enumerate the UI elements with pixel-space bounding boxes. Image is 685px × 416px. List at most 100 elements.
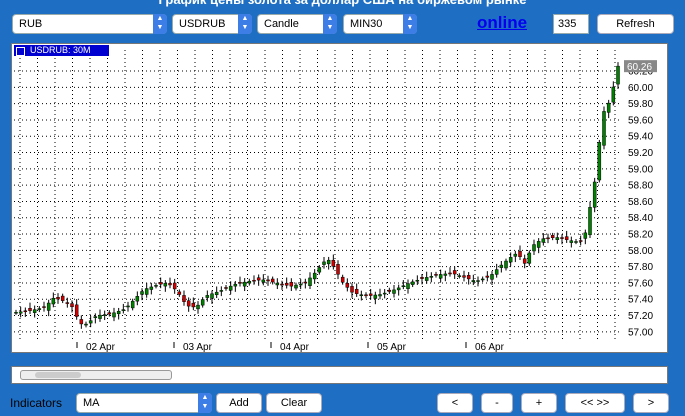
candle-body [88, 320, 93, 324]
candle-body [247, 280, 252, 284]
candle-body [303, 281, 308, 284]
candle-body [102, 314, 107, 316]
y-tick-label: 58.00 [628, 246, 653, 257]
y-tick-label: 57.20 [628, 311, 653, 322]
candle-body [616, 65, 620, 85]
candle-body [485, 275, 490, 278]
last-price-label: 60.26 [627, 62, 652, 73]
period-select-value: MIN30 [350, 18, 383, 30]
period-select[interactable]: MIN30 ▲ ▼ [343, 14, 417, 34]
chart-scrollbar[interactable] [20, 370, 172, 380]
scrollbar-thumb[interactable] [35, 372, 81, 378]
candle-body [168, 283, 172, 286]
candle-body [140, 291, 144, 295]
candle-body [345, 282, 350, 288]
candle-body [401, 285, 406, 287]
candle-body [574, 241, 578, 243]
chart-type-select[interactable]: Candle ▲ ▼ [257, 14, 337, 34]
candle-body [331, 259, 336, 267]
price-chart[interactable]: 57.00 57.20 57.40 57.60 57.80 58.00 58.20 58.40… [11, 43, 668, 353]
refresh-button[interactable]: Refresh [597, 14, 674, 34]
y-tick-label: 59.20 [628, 148, 653, 159]
candle-body [588, 207, 592, 236]
y-tick-label: 59.80 [628, 99, 653, 110]
candle-body [378, 294, 382, 297]
y-tick-label: 57.00 [628, 327, 653, 338]
candle-body [457, 275, 462, 277]
checkbox-icon [16, 47, 25, 56]
candle-body [602, 111, 606, 146]
candle-body [597, 142, 602, 181]
candle-body [504, 260, 508, 269]
candle-body [448, 272, 452, 275]
candle-body [424, 277, 429, 281]
candle-body [196, 304, 200, 310]
zoom-out-button[interactable]: - [481, 393, 513, 413]
bar-count-input[interactable]: 335 [553, 14, 589, 34]
candle-body [238, 282, 242, 284]
candle-body [37, 308, 42, 310]
candle-body [541, 238, 546, 243]
candle-body [158, 282, 163, 285]
chart-scroll-area[interactable] [11, 366, 668, 384]
candle-body [210, 293, 214, 299]
select-arrows-icon: ▲ ▼ [403, 14, 417, 34]
online-link[interactable]: online [477, 13, 527, 33]
indicator-select[interactable]: MA ▲ ▼ [76, 393, 212, 413]
candle-body [79, 319, 84, 325]
prev-button[interactable]: < [437, 393, 473, 413]
candle-body [578, 240, 583, 242]
candle-body [252, 279, 256, 282]
candle-body [560, 237, 564, 239]
candle-body [18, 311, 23, 314]
candle-body [107, 312, 112, 315]
candle-body [387, 289, 392, 292]
candle-body [121, 309, 126, 311]
symbol-select-value: USDRUB [179, 18, 226, 30]
candle-body [527, 252, 532, 264]
candle-body [312, 272, 317, 280]
zoom-in-button[interactable]: + [521, 393, 557, 413]
candle-body [261, 279, 266, 283]
candle-body [270, 278, 275, 283]
candle-body [415, 279, 420, 282]
candle-body [149, 286, 154, 290]
candle-body [592, 181, 597, 208]
y-tick-label: 57.80 [628, 262, 653, 273]
candle-body [336, 264, 340, 275]
candle-body [564, 236, 569, 240]
candle-body [98, 314, 102, 319]
range-button[interactable]: << >> [565, 393, 625, 413]
candle-body [46, 302, 51, 311]
clear-indicators-button[interactable]: Clear [266, 393, 322, 413]
candle-body [60, 295, 65, 301]
candle-body [462, 275, 466, 278]
y-tick-label: 57.60 [628, 278, 653, 289]
select-arrows-icon: ▲ ▼ [323, 14, 337, 34]
candle-body [382, 292, 387, 295]
currency-select[interactable]: RUB ▲ ▼ [12, 14, 167, 34]
candle-body [284, 282, 289, 286]
candle-body [182, 295, 186, 302]
candle-body [42, 306, 46, 308]
candle-body [294, 284, 298, 289]
candle-body [224, 287, 228, 289]
candle-body [522, 258, 527, 264]
candle-body [93, 316, 98, 318]
candle-body [583, 232, 588, 239]
candle-body [126, 305, 130, 308]
x-tick-label: 05 Apr [377, 342, 407, 352]
candle-body [532, 244, 536, 252]
candle-body [536, 241, 541, 248]
symbol-tag-label: USDRUB: 30M [30, 45, 91, 55]
add-indicator-button[interactable]: Add [216, 393, 262, 413]
candle-body [476, 280, 480, 282]
candle-body [200, 299, 205, 306]
next-button[interactable]: > [633, 393, 669, 413]
candle-body [23, 310, 28, 313]
candle-body [513, 253, 518, 257]
symbol-select[interactable]: USDRUB ▲ ▼ [172, 14, 252, 34]
candle-body [429, 276, 434, 278]
candle-body [443, 273, 448, 276]
candle-body [130, 300, 135, 309]
